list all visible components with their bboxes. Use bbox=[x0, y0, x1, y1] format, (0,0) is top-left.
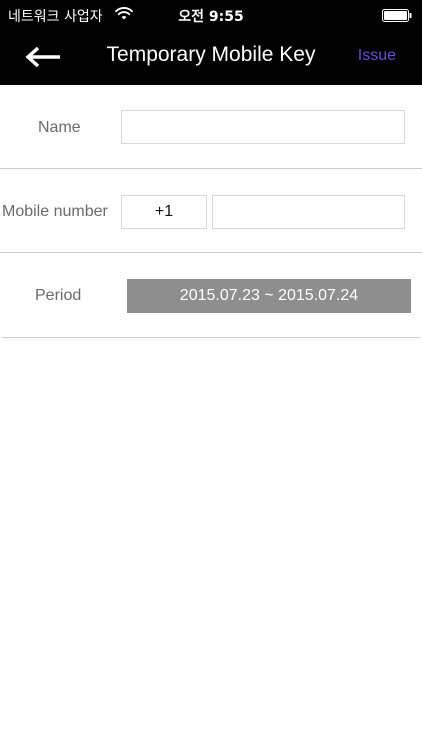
country-code-selector[interactable]: +1 bbox=[121, 195, 207, 229]
mobile-number-input[interactable] bbox=[212, 195, 405, 229]
battery-icon bbox=[382, 9, 412, 22]
issue-button[interactable]: Issue bbox=[358, 47, 396, 65]
status-bar: 네트워크 사업자 오전 9:55 bbox=[0, 0, 422, 30]
name-input[interactable] bbox=[121, 110, 405, 144]
divider bbox=[0, 252, 422, 253]
temporary-mobile-key-screen: 네트워크 사업자 오전 9:55 Temporary Mobile Key Is… bbox=[0, 0, 422, 750]
period-label: Period bbox=[35, 287, 82, 304]
navigation-bar: Temporary Mobile Key Issue bbox=[0, 30, 422, 85]
mobile-number-label: Mobile number bbox=[2, 203, 108, 220]
period-date-range-button[interactable]: 2015.07.23 ~ 2015.07.24 bbox=[127, 279, 411, 313]
divider bbox=[0, 168, 422, 169]
status-clock: 오전 9:55 bbox=[178, 9, 244, 25]
divider bbox=[2, 337, 420, 338]
name-label: Name bbox=[38, 119, 81, 136]
